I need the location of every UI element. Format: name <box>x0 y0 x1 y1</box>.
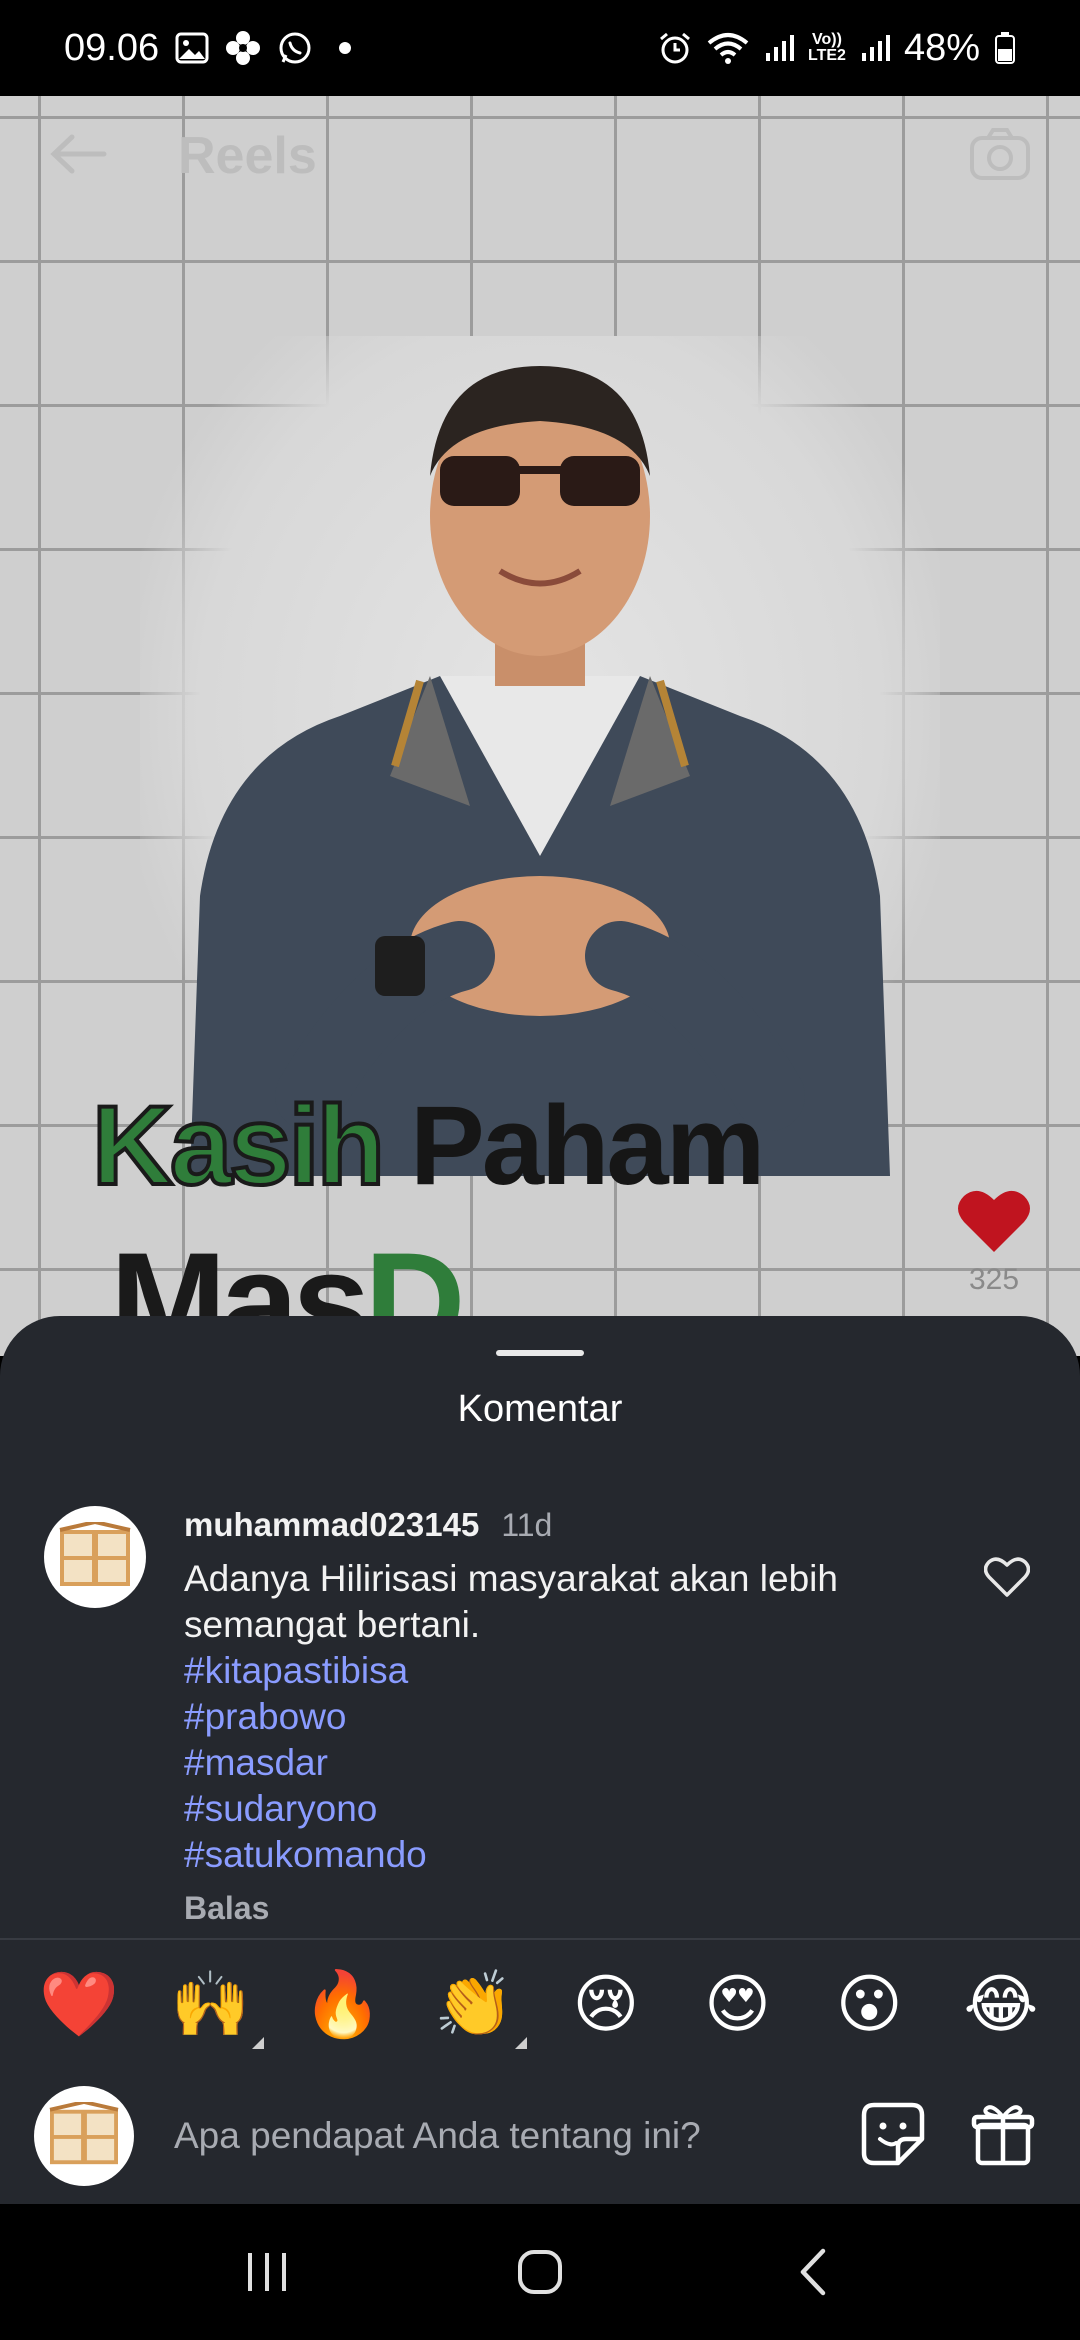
reel-topbar: Reels <box>0 96 1080 216</box>
hashtag-link[interactable]: #sudaryono <box>184 1786 964 1832</box>
alarm-icon <box>658 31 692 65</box>
emoji-glyph: 😢 <box>572 1968 640 2040</box>
lte-label-top: Vo)) <box>812 31 842 48</box>
hashtag-link[interactable]: #kitapastibisa <box>184 1648 964 1694</box>
emoji-glyph: 😍 <box>704 1968 771 2040</box>
lte-label-bottom: LTE2 <box>808 47 846 64</box>
flower-icon <box>225 30 261 66</box>
notification-dot-icon <box>339 42 352 54</box>
gallery-icon <box>175 31 209 65</box>
variant-indicator-icon <box>251 2037 264 2049</box>
gift-icon[interactable] <box>970 2101 1036 2172</box>
hashtag-list: #kitapastibisa #prabowo #masdar #sudaryo… <box>184 1648 964 1878</box>
emoji-glyph: 😂 <box>963 1968 1039 2040</box>
back-icon[interactable] <box>768 2227 858 2317</box>
status-left: 09.06 <box>64 26 352 70</box>
emoji-glyph: 👏 <box>434 1968 514 2040</box>
reel-headline: Kasih Paham <box>90 1081 765 1210</box>
avatar-image <box>49 2102 119 2165</box>
emoji-glyph: 🔥 <box>302 1968 383 2040</box>
heart-outline-icon[interactable] <box>983 1556 1031 1603</box>
reaction-heart[interactable]: ❤️ <box>39 1965 119 2043</box>
hashtag-link[interactable]: #satukomando <box>184 1832 964 1878</box>
signal-1-icon <box>764 33 794 63</box>
battery-percent: 48% <box>903 26 980 69</box>
comment-input[interactable] <box>174 2115 860 2157</box>
emoji-glyph: ❤️ <box>39 1968 119 2040</box>
sheet-title: Komentar <box>457 1388 623 1430</box>
variant-indicator-icon <box>515 2037 528 2049</box>
battery-icon <box>994 31 1016 65</box>
arrow-left-icon[interactable] <box>48 134 108 179</box>
hashtag-link[interactable]: #masdar <box>184 1740 964 1786</box>
emoji-glyph: 😮 <box>835 1968 903 2040</box>
reel-video[interactable]: Reels Kasih Paham MasD 325 <box>0 96 1080 1356</box>
sticker-icon[interactable] <box>860 2101 926 2172</box>
wifi-icon <box>706 31 750 65</box>
status-bar: 09.06 Vo)) LTE2 48% <box>0 0 1080 96</box>
signal-2-icon <box>860 33 890 63</box>
avatar <box>34 2086 134 2186</box>
reel-like-count: 325 <box>968 1263 1020 1296</box>
reaction-clap[interactable]: 👏 <box>434 1965 528 2049</box>
emoji-glyph: 🙌 <box>170 1968 251 2040</box>
comment-username[interactable]: muhammad023145 <box>184 1506 479 1544</box>
input-actions <box>860 2101 1036 2172</box>
lte-badge: Vo)) LTE2 <box>808 32 846 64</box>
recent-apps-icon[interactable] <box>222 2227 312 2317</box>
avatar-image <box>59 1522 131 1586</box>
comment-text: Adanya Hilirisasi masyarakat akan lebih … <box>184 1558 838 1645</box>
person-illustration <box>190 366 890 1176</box>
reel-like-button[interactable]: 325 <box>956 1186 1032 1297</box>
heart-filled-icon[interactable] <box>956 1186 1032 1259</box>
hashtag-link[interactable]: #prabowo <box>184 1694 964 1740</box>
avatar[interactable] <box>44 1506 146 1608</box>
reaction-surprised[interactable]: 😮 <box>830 1965 908 2043</box>
camera-icon[interactable] <box>968 126 1032 187</box>
headline-black-word: Paham <box>410 1083 765 1208</box>
screen: 09.06 Vo)) LTE2 48% Reels Kasih Paham Ma… <box>0 0 1080 2340</box>
status-time: 09.06 <box>64 26 160 69</box>
comment-body: muhammad023145 11d Adanya Hilirisasi mas… <box>184 1506 964 1927</box>
comment-input-row <box>0 2068 1080 2204</box>
reaction-fire[interactable]: 🔥 <box>302 1965 383 2043</box>
reaction-crying[interactable]: 😢 <box>567 1965 645 2043</box>
reaction-bar: ❤️ 🙌 🔥 👏 😢 😍 😮 😂 <box>0 1938 1080 2068</box>
reaction-heart-eyes[interactable]: 😍 <box>699 1965 777 2043</box>
status-right: Vo)) LTE2 48% <box>658 27 1016 70</box>
reaction-laughing[interactable]: 😂 <box>962 1965 1040 2043</box>
reaction-raising-hands[interactable]: 🙌 <box>170 1965 264 2049</box>
headline-green-word: Kasih <box>90 1081 387 1210</box>
system-nav-bar <box>0 2204 1080 2340</box>
comment-meta: muhammad023145 11d <box>184 1506 964 1546</box>
home-icon[interactable] <box>495 2227 585 2317</box>
reel-title: Reels <box>178 127 317 185</box>
comment-time: 11d <box>501 1507 553 1543</box>
reply-button[interactable]: Balas <box>184 1890 269 1927</box>
person-photo <box>140 336 940 1176</box>
whatsapp-icon <box>277 30 313 66</box>
drag-handle[interactable] <box>496 1350 584 1356</box>
